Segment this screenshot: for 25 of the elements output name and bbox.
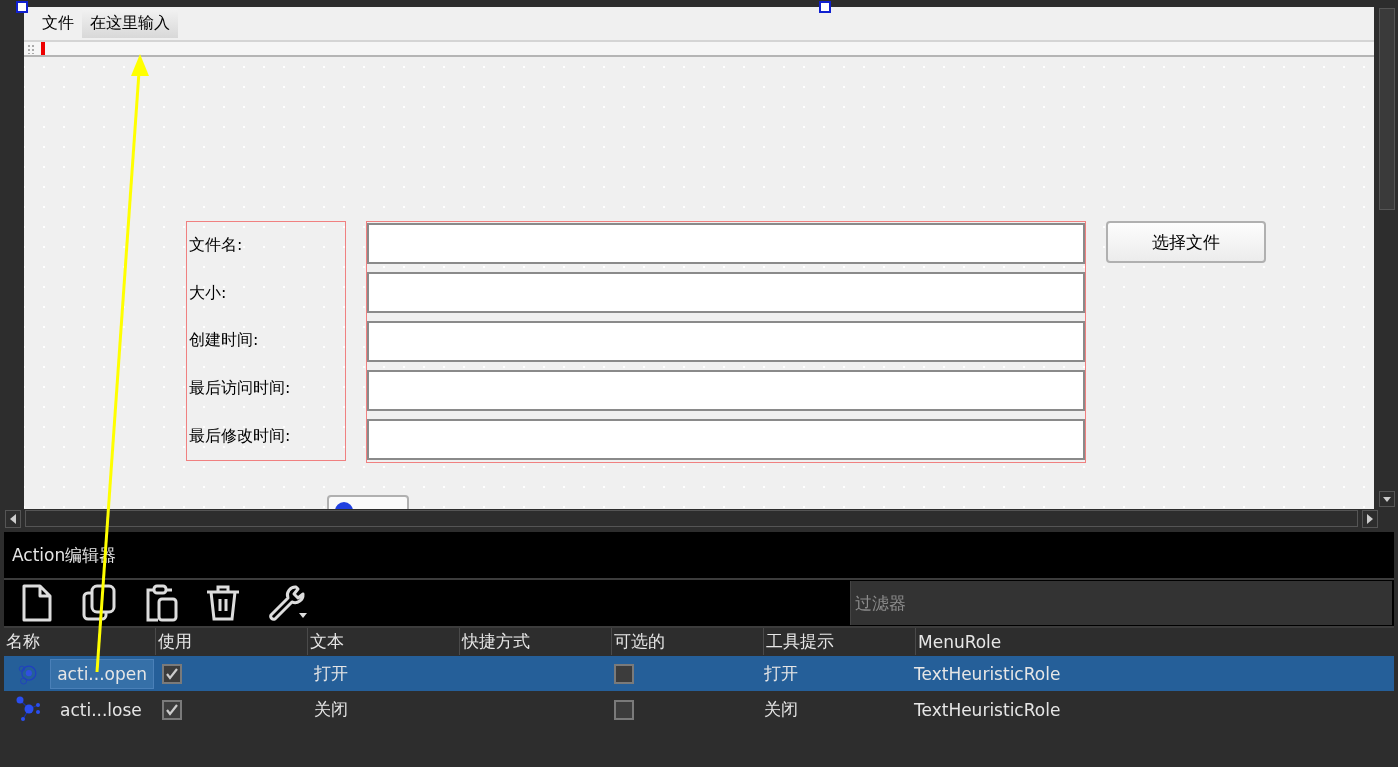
column-header[interactable]: 工具提示: [764, 628, 916, 655]
filter-field[interactable]: 过滤器: [850, 581, 1392, 625]
field-label: 创建时间:: [188, 329, 260, 352]
table-row[interactable]: acti...open 打开 打开 TextHeuristicRole: [4, 656, 1394, 691]
column-header[interactable]: MenuRole: [916, 628, 1394, 655]
column-header[interactable]: 使用: [156, 628, 308, 655]
field-label: 最后修改时间:: [188, 424, 292, 447]
table-row[interactable]: acti...lose 关闭 关闭 TextHeuristicRole: [4, 692, 1394, 727]
table-cell-text: TextHeuristicRole: [913, 699, 1061, 720]
table-cell-text: 打开: [313, 662, 348, 685]
table-cell-text: 打开: [763, 662, 798, 685]
field-label: 最后访问时间:: [188, 377, 292, 400]
table-cell-text: TextHeuristicRole: [913, 663, 1061, 684]
table-cell-text: 关闭: [763, 698, 798, 721]
action-name[interactable]: acti...open: [50, 658, 154, 689]
action-name[interactable]: acti...lose: [54, 695, 148, 724]
column-header[interactable]: 文本: [308, 628, 460, 655]
table-cell-text: 关闭: [313, 698, 348, 721]
column-header[interactable]: 可选的: [612, 628, 764, 655]
choose-file-button[interactable]: 选择文件: [1106, 221, 1266, 263]
menu-item[interactable]: 文件: [34, 9, 82, 38]
field-label: 大小:: [188, 281, 228, 304]
column-header[interactable]: 快捷方式: [460, 628, 612, 655]
column-header[interactable]: 名称: [4, 628, 156, 655]
field-label: 文件名:: [188, 234, 244, 257]
